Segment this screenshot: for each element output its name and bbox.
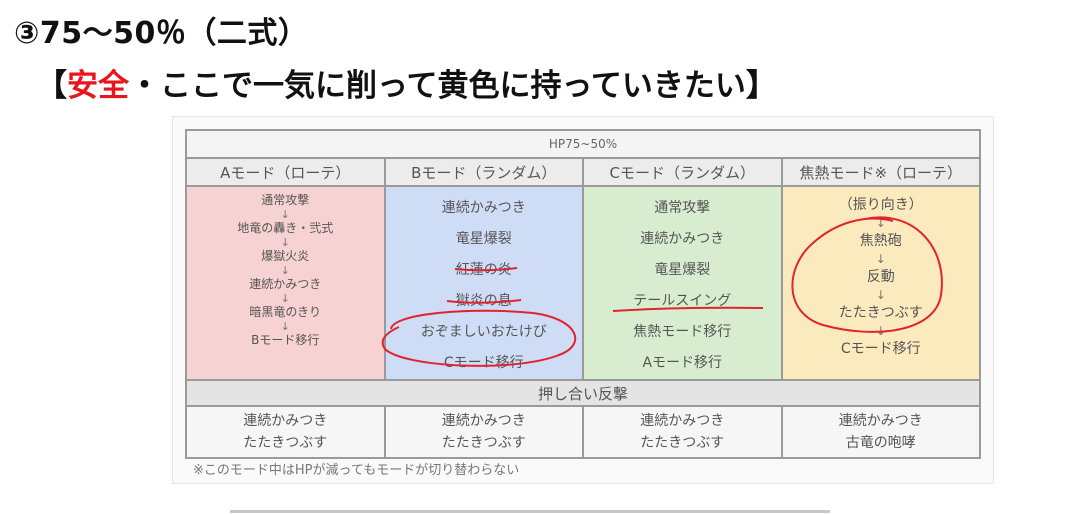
- counter-item: 連続かみつき: [441, 413, 526, 429]
- attack-item: Cモード移行: [840, 341, 921, 357]
- column-header-a: Aモード（ローテ）: [185, 157, 386, 187]
- counter-cell-c: 連続かみつき たたきつぶす: [582, 405, 783, 459]
- mode-a-sequence: 通常攻撃 ↓ 地竜の轟き・弐式 ↓ 爆獄火炎 ↓ 連続かみつき ↓ 暗黒竜のきり…: [187, 187, 384, 348]
- mode-d-sequence: （振り向き） ↓ 焦熱砲 ↓ 反動 ↓ たたきつぶす ↓ Cモード移行: [783, 187, 980, 361]
- attack-item: 連続かみつき: [249, 277, 322, 291]
- rotation-table-image: HP75~50% Aモード（ローテ） Bモード（ランダム） Cモード（ランダム）…: [172, 116, 994, 484]
- attack-item: 竜星爆裂: [455, 231, 512, 247]
- table-title: HP75~50%: [185, 129, 981, 159]
- counter-item: たたきつぶす: [243, 435, 328, 451]
- attack-item: 反動: [866, 269, 895, 285]
- attack-item: 爆獄火炎: [261, 249, 310, 263]
- attack-item: 地竜の轟き・弐式: [237, 221, 334, 235]
- attack-item: 竜星爆裂: [654, 262, 711, 278]
- attack-item: 連続かみつき: [640, 231, 725, 247]
- down-arrow-icon: ↓: [280, 264, 290, 277]
- mode-c-list: 通常攻撃 連続かみつき 竜星爆裂 テールスイング 焦熱モード移行 Aモード移行: [584, 187, 781, 379]
- down-arrow-icon: ↓: [875, 288, 886, 302]
- down-arrow-icon: ↓: [875, 216, 886, 230]
- attack-item: 通常攻撃: [261, 193, 310, 207]
- mode-a-cell: 通常攻撃 ↓ 地竜の轟き・弐式 ↓ 爆獄火炎 ↓ 連続かみつき ↓ 暗黒竜のきり…: [185, 185, 386, 381]
- down-arrow-icon: ↓: [280, 236, 290, 249]
- counter-section-title: 押し合い反撃: [185, 379, 981, 407]
- down-arrow-icon: ↓: [280, 292, 290, 305]
- mode-b-cell: 連続かみつき 竜星爆裂 紅蓮の炎 獄炎の息 おぞましいおたけび Cモード移行: [383, 185, 584, 381]
- counter-item: 連続かみつき: [243, 413, 328, 429]
- attack-item: 暗黒竜のきり: [249, 305, 322, 319]
- attack-item: 焦熱砲: [859, 233, 902, 249]
- subheading-highlight: 安全: [67, 68, 129, 104]
- column-header-c: Cモード（ランダム）: [582, 157, 783, 187]
- counter-cell-a: 連続かみつき たたきつぶす: [185, 405, 386, 459]
- section-subheading: 【安全・ここで一気に削って黄色に持っていきたい】: [36, 60, 777, 105]
- mode-c-cell: 通常攻撃 連続かみつき 竜星爆裂 テールスイング 焦熱モード移行 Aモード移行: [582, 185, 783, 381]
- cutoff-text-line: [230, 498, 830, 514]
- counter-item: 連続かみつき: [640, 413, 725, 429]
- down-arrow-icon: ↓: [875, 252, 886, 266]
- counter-item: たたきつぶす: [441, 435, 526, 451]
- attack-item: 通常攻撃: [654, 200, 711, 216]
- attack-item: 紅蓮の炎: [455, 262, 512, 278]
- down-arrow-icon: ↓: [875, 324, 886, 338]
- attack-item: おぞましいおたけび: [420, 324, 547, 340]
- attack-item: たたきつぶす: [838, 305, 923, 321]
- counter-cell-d: 連続かみつき 古竜の咆哮: [780, 405, 981, 459]
- attack-item: （振り向き）: [838, 197, 923, 213]
- subheading-rest: ・ここで一気に削って黄色に持っていきたい】: [129, 68, 777, 104]
- rotation-table: HP75~50% Aモード（ローテ） Bモード（ランダム） Cモード（ランダム）…: [185, 129, 981, 459]
- down-arrow-icon: ↓: [280, 208, 290, 221]
- counter-item: 連続かみつき: [838, 413, 923, 429]
- mode-d-cell: （振り向き） ↓ 焦熱砲 ↓ 反動 ↓ たたきつぶす ↓ Cモード移行: [780, 185, 981, 381]
- attack-item: 焦熱モード移行: [633, 324, 732, 340]
- subheading-bracket: 【: [36, 68, 67, 104]
- attack-item: Cモード移行: [443, 355, 524, 371]
- counter-cell-b: 連続かみつき たたきつぶす: [383, 405, 584, 459]
- down-arrow-icon: ↓: [280, 320, 290, 333]
- attack-item: 獄炎の息: [455, 293, 512, 309]
- attack-item: Bモード移行: [251, 333, 320, 347]
- section-heading: ③75〜50％（二式）: [14, 16, 309, 51]
- table-footnote: ※このモード中はHPが減ってもモードが切り替わらない: [193, 463, 520, 478]
- counter-item: たたきつぶす: [640, 435, 725, 451]
- attack-item: テールスイング: [633, 293, 732, 309]
- mode-b-list: 連続かみつき 竜星爆裂 紅蓮の炎 獄炎の息 おぞましいおたけび Cモード移行: [386, 187, 583, 379]
- attack-item: Aモード移行: [642, 355, 723, 371]
- attack-item: 連続かみつき: [441, 200, 526, 216]
- column-header-d: 焦熱モード※（ローテ）: [780, 157, 981, 187]
- counter-item: 古竜の咆哮: [845, 435, 916, 451]
- column-header-b: Bモード（ランダム）: [383, 157, 584, 187]
